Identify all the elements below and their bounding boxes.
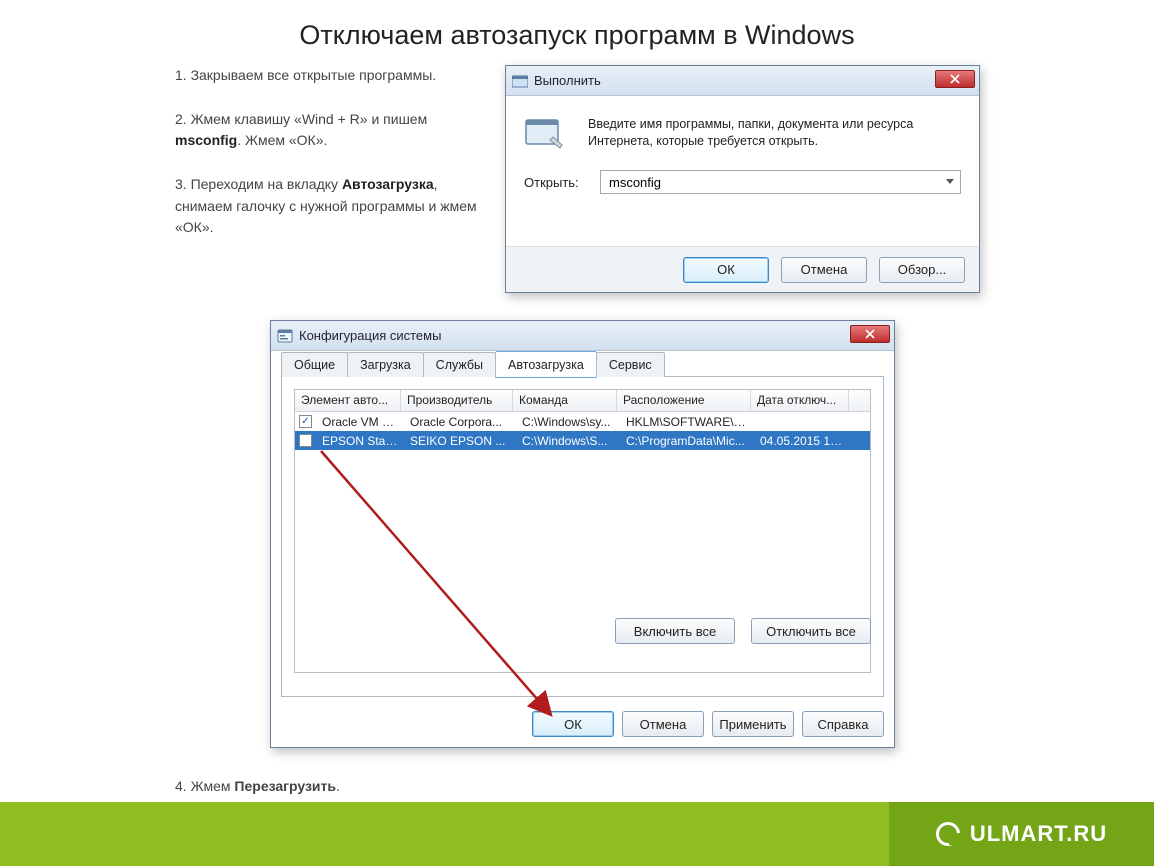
close-icon bbox=[865, 329, 875, 339]
open-label: Открыть: bbox=[524, 175, 600, 190]
row-checkbox[interactable] bbox=[299, 434, 312, 447]
tab-services[interactable]: Службы bbox=[423, 352, 496, 377]
msconfig-title: Конфигурация системы bbox=[299, 328, 441, 343]
ulmart-logo-icon bbox=[936, 822, 960, 846]
run-description: Введите имя программы, папки, документа … bbox=[588, 116, 961, 152]
tab-tools[interactable]: Сервис bbox=[596, 352, 665, 377]
step-2: 2. Жмем клавишу «Wind + R» и пишем mscon… bbox=[175, 109, 485, 152]
apply-button[interactable]: Применить bbox=[712, 711, 794, 737]
run-dialog: Выполнить Введите имя программы, папки, … bbox=[505, 65, 980, 293]
msconfig-titlebar[interactable]: Конфигурация системы bbox=[271, 321, 894, 351]
run-titlebar[interactable]: Выполнить bbox=[506, 66, 979, 96]
col-location[interactable]: Расположение bbox=[617, 390, 751, 411]
col-command[interactable]: Команда bbox=[513, 390, 617, 411]
help-button[interactable]: Справка bbox=[802, 711, 884, 737]
run-program-icon bbox=[524, 116, 564, 152]
step-3: 3. Переходим на вкладку Автозагрузка, сн… bbox=[175, 174, 485, 239]
open-input-value: msconfig bbox=[609, 175, 661, 190]
col-element[interactable]: Элемент авто... bbox=[295, 390, 401, 411]
tab-general[interactable]: Общие bbox=[281, 352, 348, 377]
enable-all-button[interactable]: Включить все bbox=[615, 618, 735, 644]
msconfig-app-icon bbox=[277, 329, 293, 343]
tab-startup[interactable]: Автозагрузка bbox=[495, 351, 597, 378]
step-1: 1. Закрываем все открытые программы. bbox=[175, 65, 485, 87]
startup-row[interactable]: EPSON Stat... SEIKO EPSON ... C:\Windows… bbox=[295, 431, 870, 450]
col-disabled-date[interactable]: Дата отключ... bbox=[751, 390, 849, 411]
msconfig-dialog: Конфигурация системы Общие Загрузка Служ… bbox=[270, 320, 895, 748]
close-button[interactable] bbox=[935, 70, 975, 88]
step-4: 4. Жмем Перезагрузить. bbox=[175, 778, 340, 794]
startup-tab-content: Элемент авто... Производитель Команда Ра… bbox=[281, 377, 884, 697]
cancel-button[interactable]: Отмена bbox=[781, 257, 867, 283]
instruction-steps: 1. Закрываем все открытые программы. 2. … bbox=[175, 65, 485, 261]
column-headers[interactable]: Элемент авто... Производитель Команда Ра… bbox=[295, 390, 870, 412]
page-title: Отключаем автозапуск программ в Windows bbox=[0, 0, 1154, 63]
row-checkbox[interactable] bbox=[299, 415, 312, 428]
disable-all-button[interactable]: Отключить все bbox=[751, 618, 871, 644]
startup-row[interactable]: Oracle VM Vi... Oracle Corpora... C:\Win… bbox=[295, 412, 870, 431]
cancel-button[interactable]: Отмена bbox=[622, 711, 704, 737]
close-button[interactable] bbox=[850, 325, 890, 343]
footer-banner: ULMART.RU bbox=[0, 802, 1154, 866]
tab-boot[interactable]: Загрузка bbox=[347, 352, 424, 377]
close-icon bbox=[950, 74, 960, 84]
brand-block: ULMART.RU bbox=[889, 802, 1154, 866]
msconfig-tabs: Общие Загрузка Службы Автозагрузка Серви… bbox=[281, 351, 884, 377]
ok-button[interactable]: ОК bbox=[532, 711, 614, 737]
ok-button[interactable]: ОК bbox=[683, 257, 769, 283]
open-input[interactable]: msconfig bbox=[600, 170, 961, 194]
chevron-down-icon bbox=[946, 179, 954, 184]
col-manufacturer[interactable]: Производитель bbox=[401, 390, 513, 411]
run-app-icon bbox=[512, 74, 528, 88]
browse-button[interactable]: Обзор... bbox=[879, 257, 965, 283]
brand-text: ULMART.RU bbox=[970, 821, 1107, 847]
run-title: Выполнить bbox=[534, 73, 601, 88]
